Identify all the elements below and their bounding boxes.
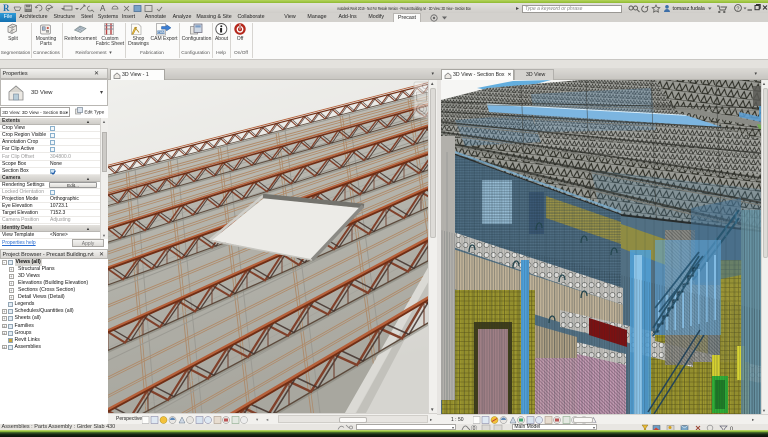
svg-text:A: A — [100, 4, 106, 13]
svg-text:CAM: CAM — [158, 30, 165, 34]
svg-text:?: ? — [736, 6, 739, 12]
svg-text:R: R — [3, 3, 10, 13]
svg-text:tomasz.fudala: tomasz.fudala — [673, 6, 705, 12]
